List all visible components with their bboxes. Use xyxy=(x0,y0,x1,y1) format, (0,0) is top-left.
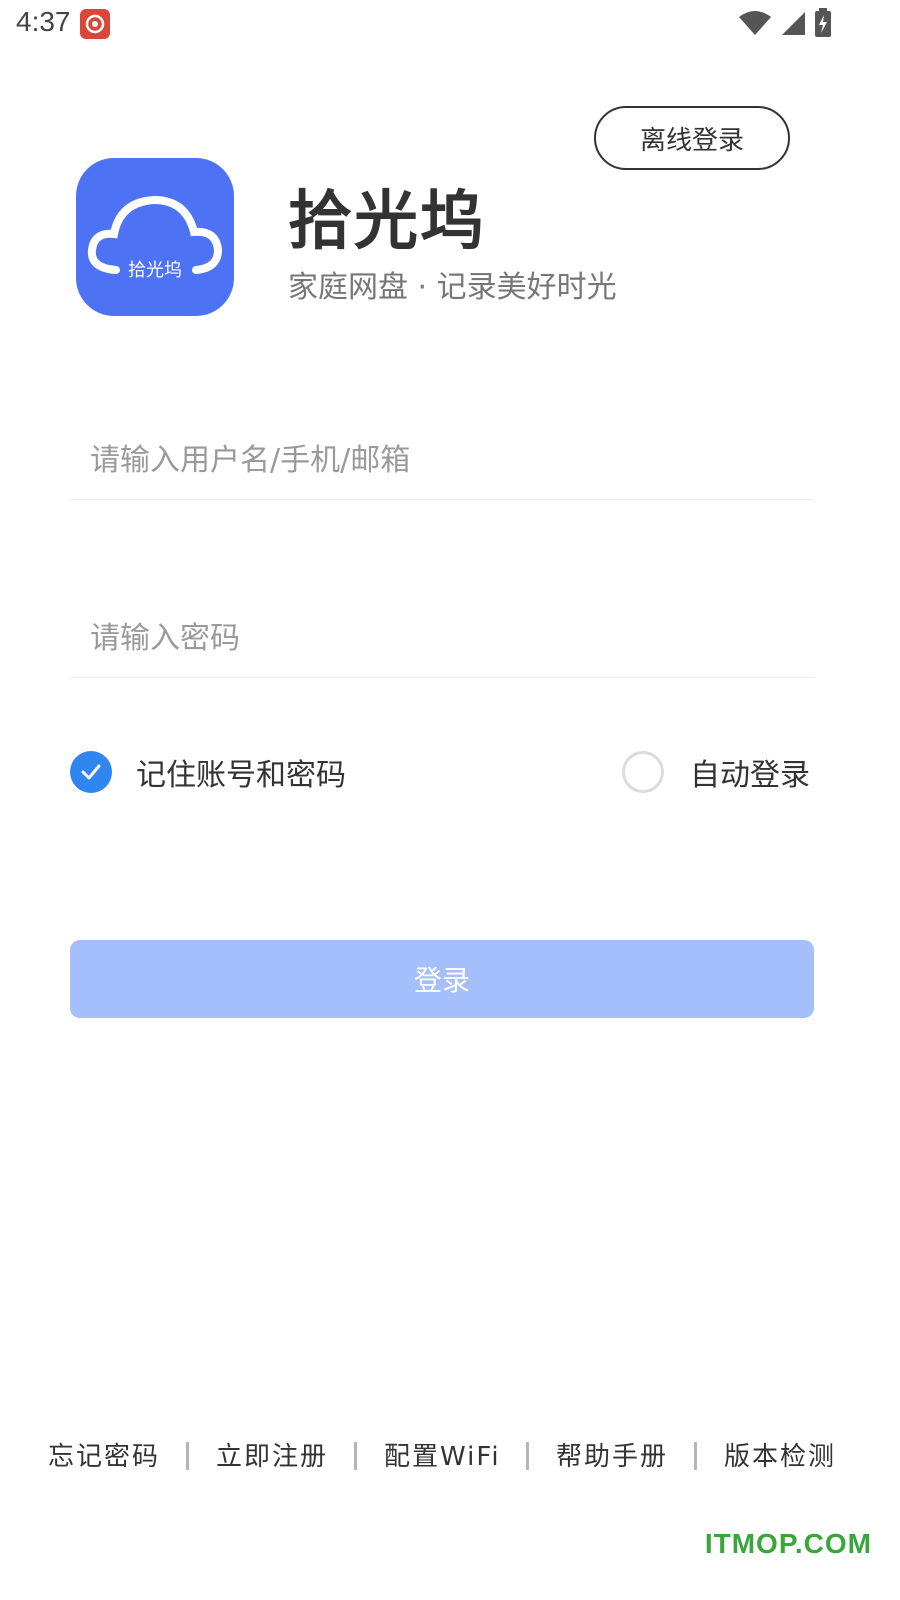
footer-divider xyxy=(354,1442,357,1470)
app-logo: 拾光坞 xyxy=(76,158,234,316)
auto-login-radio-icon[interactable] xyxy=(622,751,664,793)
footer-divider xyxy=(186,1442,189,1470)
offline-login-button[interactable]: 离线登录 xyxy=(594,106,790,170)
wifi-icon xyxy=(739,11,771,35)
footer-divider xyxy=(526,1442,529,1470)
watermark: ITMOP.COM xyxy=(704,1528,872,1559)
battery-charging-icon xyxy=(815,8,831,37)
configure-wifi-link[interactable]: 配置WiFi xyxy=(384,1436,501,1473)
logo-text: 拾光坞 xyxy=(128,260,182,281)
login-button[interactable]: 登录 xyxy=(70,940,814,1018)
password-input[interactable] xyxy=(70,600,814,677)
password-field-container xyxy=(70,600,814,678)
signal-icon xyxy=(782,12,805,35)
version-check-link[interactable]: 版本检测 xyxy=(724,1436,836,1473)
app-title: 拾光坞 xyxy=(288,185,486,259)
remember-checkbox-checked-icon[interactable] xyxy=(70,751,112,793)
remember-label: 记住账号和密码 xyxy=(136,758,346,793)
app-subtitle: 家庭网盘 · 记录美好时光 xyxy=(288,270,617,305)
remember-account-option[interactable]: 记住账号和密码 xyxy=(70,750,346,794)
username-input[interactable] xyxy=(70,422,814,499)
username-field-container xyxy=(70,422,814,500)
notification-app-icon xyxy=(80,9,110,39)
auto-login-label: 自动登录 xyxy=(690,758,810,793)
footer-links: 忘记密码 立即注册 配置WiFi 帮助手册 版本检测 xyxy=(0,1432,900,1476)
forgot-password-link[interactable]: 忘记密码 xyxy=(48,1436,160,1473)
footer-divider xyxy=(694,1442,697,1470)
login-page: 4:37 离线登录 拾光坞 拾光坞 家庭网盘 · 记录美好时光 请输入用户名/手… xyxy=(0,0,900,1600)
help-manual-link[interactable]: 帮助手册 xyxy=(556,1436,668,1473)
auto-login-option[interactable]: 自动登录 xyxy=(622,750,810,794)
status-time: 4:37 xyxy=(16,6,71,37)
register-link[interactable]: 立即注册 xyxy=(216,1436,328,1473)
status-icons xyxy=(738,8,832,38)
